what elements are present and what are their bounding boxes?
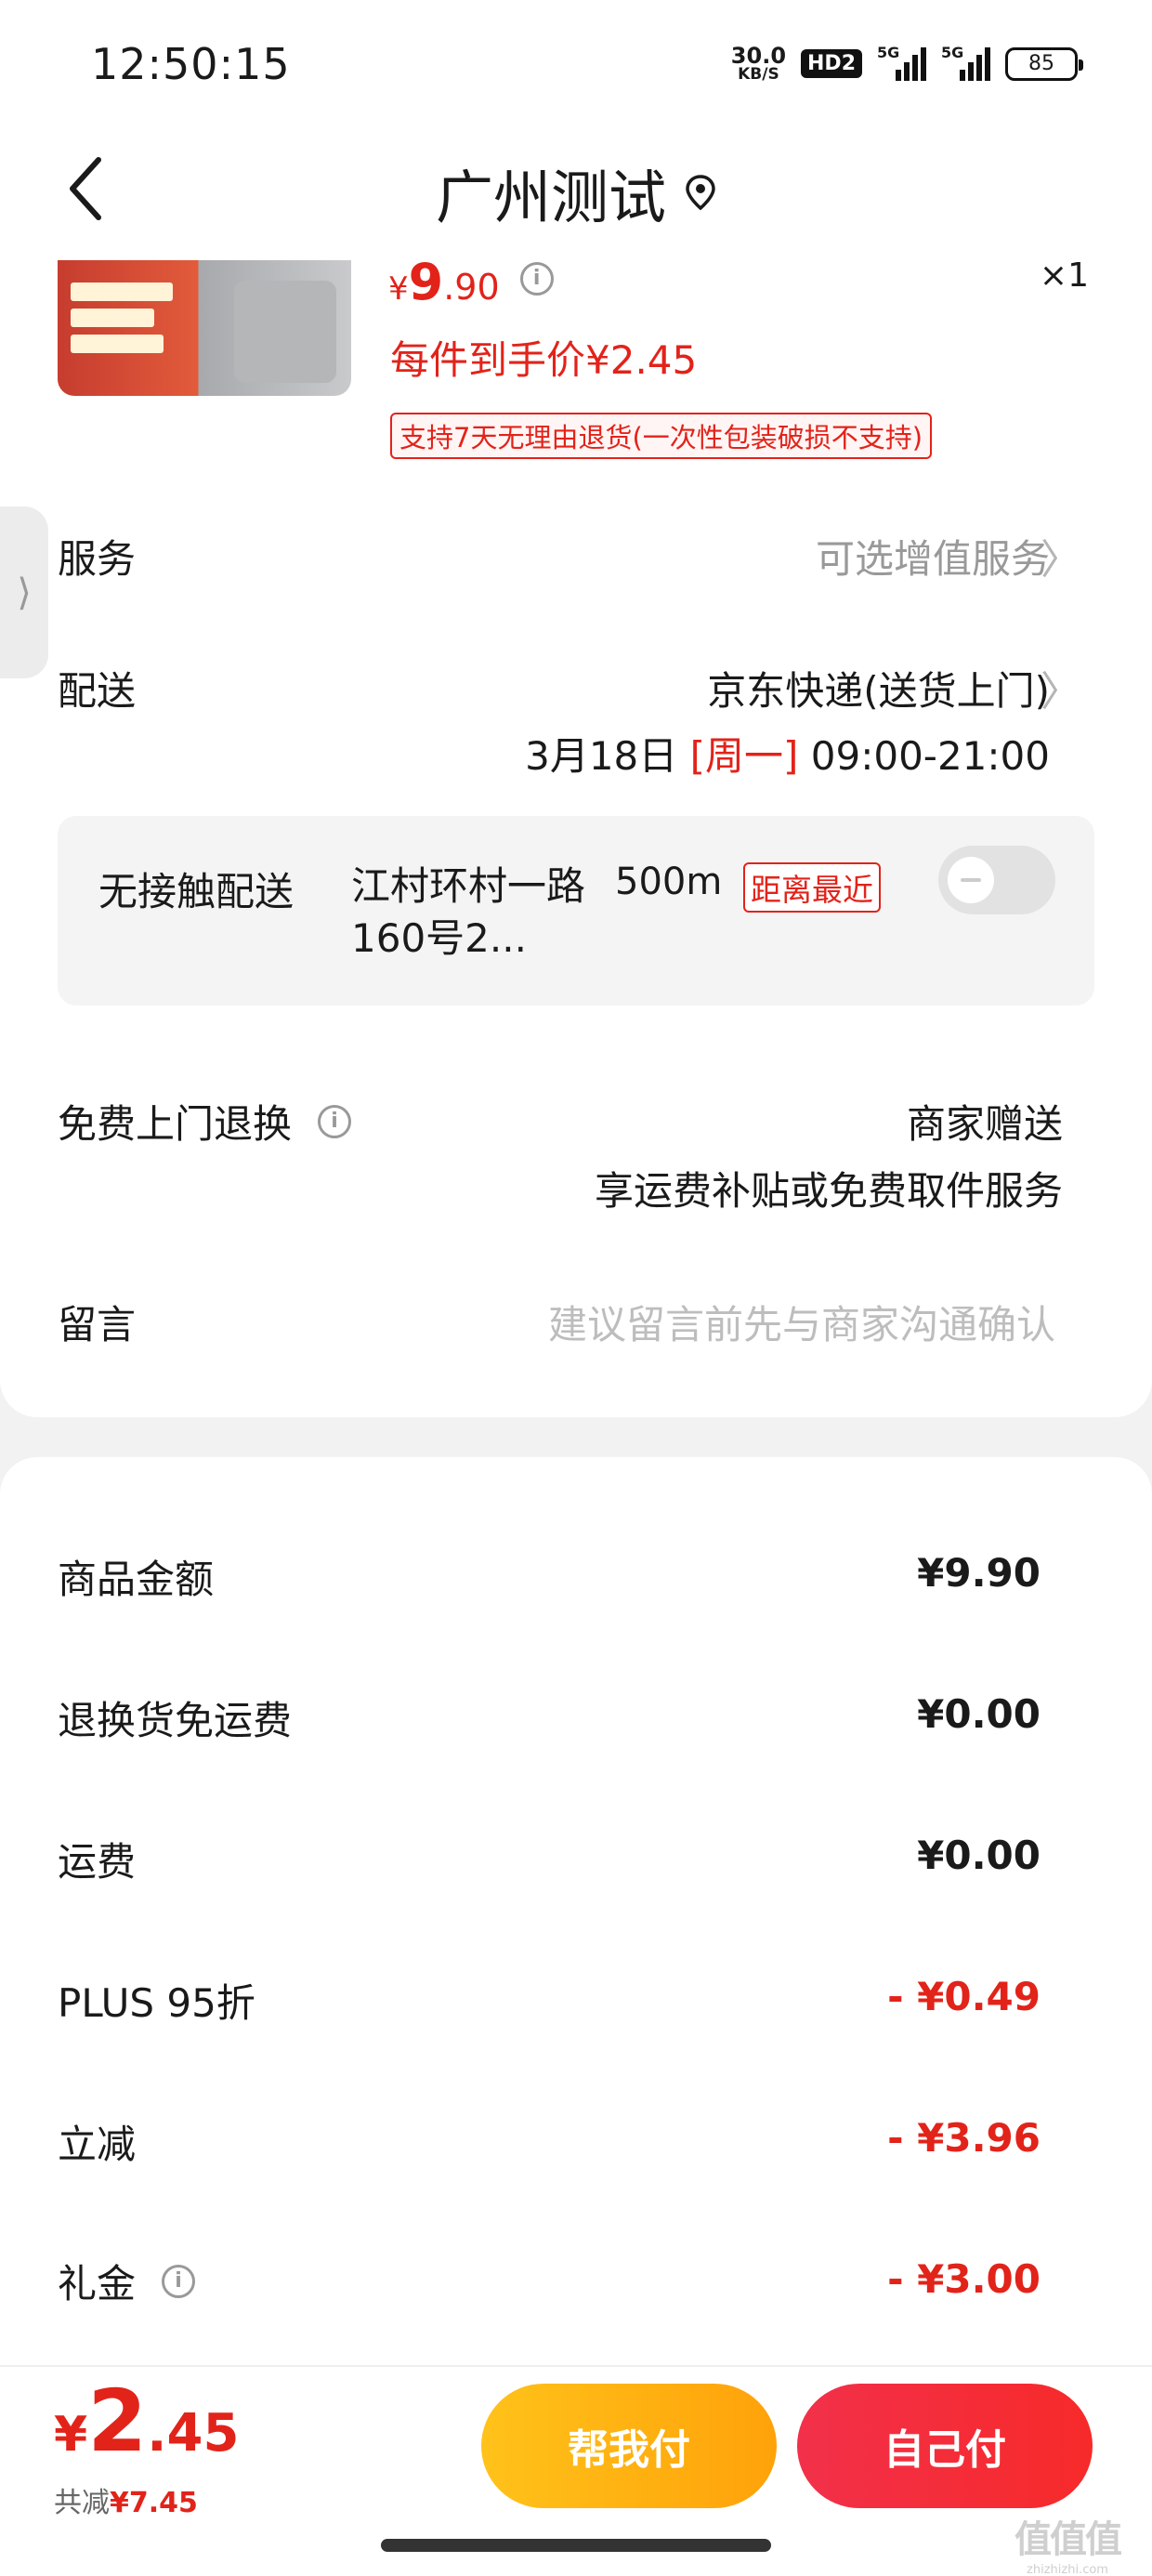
total-decimal: .45 xyxy=(147,2403,240,2464)
delivery-date: 3月18日 xyxy=(525,733,678,779)
free-return-label-group: 免费上门退换 i xyxy=(58,1093,352,1150)
battery-icon: 85 xyxy=(1005,46,1083,81)
price-integer: 9 xyxy=(408,253,444,311)
info-icon[interactable]: i xyxy=(162,2264,196,2298)
delivery-label: 配送 xyxy=(58,668,137,714)
status-icons: 30.0 KB/S HD2 5G 5G 85 xyxy=(731,43,1083,83)
summary-value: ¥9.90 xyxy=(917,1550,1041,1596)
summary-discount-value: - ¥3.00 xyxy=(887,2256,1041,2302)
product-image-tag xyxy=(71,335,164,353)
summary-value: ¥0.00 xyxy=(917,1833,1041,1878)
delivery-weekday: [周一] xyxy=(689,733,799,779)
page-title-wrap: 广州测试 xyxy=(0,151,1152,234)
status-bar: 12:50:15 30.0 KB/S HD2 5G 5G 85 xyxy=(0,0,1152,139)
summary-label: 礼金 xyxy=(58,2261,137,2307)
chevron-right-icon[interactable]: 〉 xyxy=(1041,658,1081,717)
signal-icon-sim2: 5G xyxy=(941,43,990,81)
summary-label: PLUS 95折 xyxy=(58,1980,255,2026)
free-return-value: 商家赠送 xyxy=(906,1101,1063,1147)
total-price: ¥ 2 .45 xyxy=(54,2372,239,2471)
side-drawer-tab[interactable]: ⟩ xyxy=(0,506,48,678)
price-currency: ¥ xyxy=(388,270,409,308)
summary-discount-value: - ¥0.49 xyxy=(887,1974,1041,2019)
sim2-network-label: 5G xyxy=(941,43,964,61)
info-icon[interactable]: i xyxy=(318,1104,352,1138)
location-pin-icon xyxy=(686,175,715,211)
chevron-right-icon[interactable]: 〉 xyxy=(1041,526,1081,585)
service-value[interactable]: 可选增值服务 xyxy=(816,528,1050,585)
delivery-method[interactable]: 京东快递(送货上门) xyxy=(707,660,1050,716)
free-return-description: 享运费补贴或免费取件服务 xyxy=(594,1168,1063,1214)
pickup-address: 江村环村一路160号2... xyxy=(351,863,586,961)
total-currency: ¥ xyxy=(54,2407,88,2463)
summary-discount-value: - ¥3.96 xyxy=(887,2115,1041,2161)
sim1-network-label: 5G xyxy=(877,43,900,61)
battery-level: 85 xyxy=(1028,52,1054,75)
watermark-url: zhizhizhi.com xyxy=(1027,2563,1108,2576)
info-icon[interactable]: i xyxy=(519,262,554,296)
pickup-distance: 500m xyxy=(615,861,723,903)
saved-amount: ¥7.45 xyxy=(110,2487,198,2519)
product-price: ¥ 9 .90 i xyxy=(388,253,554,311)
contactless-title: 无接触配送 xyxy=(98,869,295,914)
page-title-group[interactable]: 广州测试 xyxy=(436,151,716,234)
delivery-schedule[interactable]: 3月18日 [周一] 09:00-21:00 xyxy=(525,725,1050,782)
summary-label: 退换货免运费 xyxy=(58,1698,293,1743)
page-title: 广州测试 xyxy=(435,164,666,231)
message-label: 留言 xyxy=(58,1302,137,1347)
product-image-tag xyxy=(71,283,173,301)
contactless-delivery-box: 无接触配送 江村环村一路160号2... 500m 距离最近 xyxy=(58,816,1094,1005)
service-label: 服务 xyxy=(58,536,137,582)
nearest-badge: 距离最近 xyxy=(743,862,881,913)
pay-myself-button[interactable]: 自己付 xyxy=(797,2384,1093,2508)
summary-label: 商品金额 xyxy=(58,1557,215,1602)
per-item-final-price: 每件到手价¥2.45 xyxy=(390,337,698,383)
network-speed-value: 30.0 xyxy=(730,43,787,69)
checkout-page: 12:50:15 30.0 KB/S HD2 5G 5G 85 广州测试 ¥ 9… xyxy=(0,0,1152,2576)
delivery-time: 09:00-21:00 xyxy=(810,733,1050,779)
summary-value: ¥0.00 xyxy=(917,1691,1041,1737)
total-integer: 2 xyxy=(87,2372,148,2471)
return-policy-badge: 支持7天无理由退货(一次性包装破损不支持) xyxy=(390,413,933,459)
summary-label: 运费 xyxy=(58,1839,137,1885)
contactless-toggle[interactable] xyxy=(938,846,1055,914)
network-speed: 30.0 KB/S xyxy=(731,45,786,83)
summary-label: 立减 xyxy=(58,2122,137,2167)
socket-illustration xyxy=(234,281,336,383)
free-return-label: 免费上门退换 xyxy=(58,1101,293,1147)
message-input[interactable]: 建议留言前先与商家沟通确认 xyxy=(548,1294,1055,1350)
product-quantity: ×1 xyxy=(1039,256,1089,295)
chevron-right-icon: ⟩ xyxy=(17,571,32,614)
product-image[interactable] xyxy=(58,260,351,396)
watermark-text: 值值值 xyxy=(1015,2518,1122,2561)
total-saved: 共减¥7.45 xyxy=(54,2479,198,2520)
status-time: 12:50:15 xyxy=(91,39,291,89)
network-speed-unit: KB/S xyxy=(738,65,779,84)
home-indicator[interactable] xyxy=(381,2539,771,2552)
toggle-knob xyxy=(948,857,994,903)
hd-voice-icon: HD2 xyxy=(801,49,862,78)
signal-icon-sim1: 5G xyxy=(877,43,926,81)
gift-money-label-group: 礼金 i xyxy=(58,2253,196,2309)
watermark-logo: 值值值 zhizhizhi.com xyxy=(998,2509,1137,2576)
price-decimal: .90 xyxy=(443,267,500,308)
saved-label: 共减 xyxy=(54,2487,110,2519)
help-me-pay-button[interactable]: 帮我付 xyxy=(481,2384,777,2508)
product-image-tag xyxy=(71,309,154,327)
